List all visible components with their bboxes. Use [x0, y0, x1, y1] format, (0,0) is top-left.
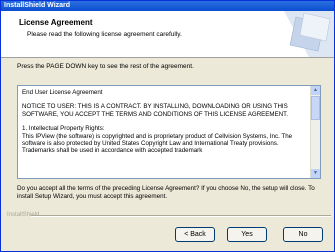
no-button[interactable]: No [283, 227, 323, 242]
back-button[interactable]: < Back [175, 227, 215, 242]
license-text: End User License Agreement NOTICE TO USE… [22, 89, 306, 162]
scroll-down-arrow-icon[interactable]: ▼ [311, 169, 320, 178]
banner-graphic-icon [284, 11, 334, 57]
yes-button[interactable]: Yes [227, 227, 267, 242]
license-paragraph: End User License Agreement [22, 89, 103, 96]
header-banner: License Agreement Please read the follow… [1, 11, 334, 58]
instruction-text: Press the PAGE DOWN key to see the rest … [17, 63, 194, 70]
scroll-thumb[interactable] [311, 96, 320, 120]
window-title: InstallShield Wizard [4, 2, 71, 9]
license-paragraph: 1. Intellectual Property Rights: This IP… [22, 125, 293, 155]
accept-question: Do you accept all the terms of the prece… [17, 185, 315, 200]
installer-window: InstallShield Wizard License Agreement P… [0, 0, 335, 252]
page-subheading: Please read the following license agreem… [27, 31, 182, 38]
license-scrollbar[interactable]: ▲ ▼ [310, 86, 320, 178]
title-bar: InstallShield Wizard [1, 1, 334, 11]
license-paragraph: NOTICE TO USER: THIS IS A CONTRACT. BY I… [22, 103, 288, 118]
scroll-up-arrow-icon[interactable]: ▲ [311, 86, 320, 95]
page-heading: License Agreement [19, 18, 93, 27]
license-textbox[interactable]: End User License Agreement NOTICE TO USE… [17, 85, 321, 179]
footer-divider [31, 215, 331, 217]
